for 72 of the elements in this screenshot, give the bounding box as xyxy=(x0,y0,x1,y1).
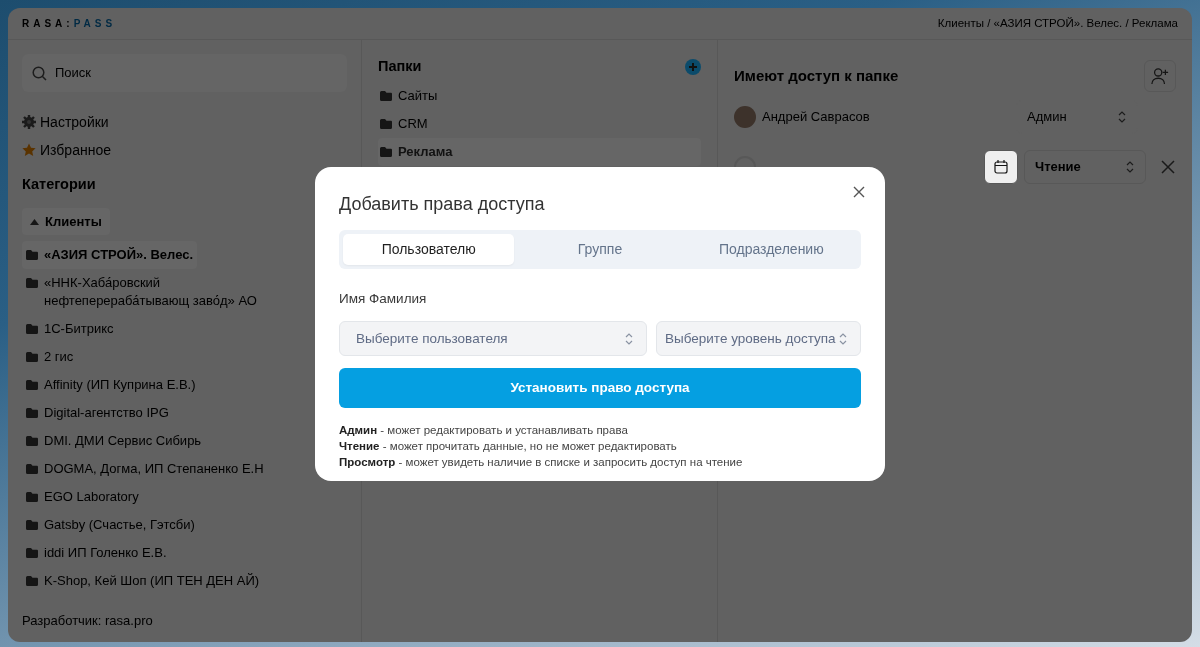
select-field[interactable]: Выберите пользователя xyxy=(339,321,647,357)
client-item[interactable]: Gatsby (Счастье, Гэтсби) xyxy=(22,511,199,540)
close-icon xyxy=(1160,159,1176,175)
select-field[interactable]: Выберите уровень доступа xyxy=(656,321,861,357)
folder-item[interactable]: CRM xyxy=(378,109,701,138)
chevron-up-down-icon xyxy=(1125,160,1135,174)
section-title: Имеют доступ к папке xyxy=(734,65,899,86)
folder-icon xyxy=(26,278,38,289)
star-icon xyxy=(22,143,36,157)
folder-icon xyxy=(26,464,38,475)
tab[interactable]: Группе xyxy=(514,234,686,265)
search-field[interactable]: Поиск xyxy=(22,54,347,92)
client-item[interactable]: 2 гис xyxy=(22,343,78,372)
client-item[interactable]: iddi ИП Голенко Е.В. xyxy=(22,539,171,568)
close-button[interactable] xyxy=(851,184,867,200)
client-item[interactable]: «ННК-Хаба́ровский нефтеперераба́тывающ заво́д» АО xyxy=(22,269,312,316)
plus-icon xyxy=(685,58,701,75)
client-item[interactable]: DMI. ДМИ Сервис Сибирь xyxy=(22,427,206,456)
avatar xyxy=(734,106,756,128)
chevron-up-down-icon xyxy=(838,331,848,346)
chevron-up-down-icon xyxy=(624,331,634,346)
client-item[interactable]: DOGMA, Догма, ИП Степаненко Е.Н xyxy=(22,455,268,484)
menu-item[interactable]: Избранное xyxy=(40,139,111,161)
folder-icon xyxy=(26,380,38,391)
developer-credit: Разработчик: rasa.pro xyxy=(22,611,154,630)
folder-icon xyxy=(380,146,392,157)
tab[interactable]: Пользователю xyxy=(343,234,515,265)
folder-item[interactable]: Реклама xyxy=(378,137,701,166)
submit-button[interactable]: Установить право доступа xyxy=(339,368,861,409)
client-item[interactable]: «АЗИЯ СТРОЙ». Велес. xyxy=(22,241,198,270)
user-name: Андрей Саврасов xyxy=(762,108,871,127)
client-item[interactable]: Digital-агентство IPG xyxy=(22,399,173,428)
folder-icon xyxy=(26,548,38,559)
folder-icon xyxy=(26,352,38,363)
close-icon xyxy=(853,186,865,198)
folder-icon xyxy=(380,118,392,129)
folder-icon xyxy=(26,520,38,531)
breadcrumb: Клиенты / «АЗИЯ СТРОЙ». Велес. / Реклама xyxy=(937,15,1178,31)
section-title: Категории xyxy=(22,175,97,194)
legend-line: Просмотр - может увидеть наличие в списке и запросить доступ на чтение xyxy=(339,455,744,471)
client-item[interactable]: Affinity (ИП Куприна Е.В.) xyxy=(22,371,200,400)
folder-icon xyxy=(26,324,38,335)
menu-item[interactable]: Настройки xyxy=(40,111,109,133)
gear-icon xyxy=(22,115,36,129)
section-title: Папки xyxy=(378,57,422,76)
dialog-title: Добавить права доступа xyxy=(339,193,546,216)
folder-icon xyxy=(26,408,38,419)
calendar-icon xyxy=(994,160,1008,174)
chevron-up-down-icon xyxy=(1117,110,1127,124)
role-select[interactable]: Чтение xyxy=(1024,150,1146,184)
calendar-button[interactable] xyxy=(984,150,1018,184)
folder-icon xyxy=(26,576,38,587)
folder-icon xyxy=(380,90,392,101)
legend-line: Админ - может редактировать и устанавливать права xyxy=(339,423,629,439)
folder-icon xyxy=(26,250,38,261)
legend-line: Чтение - может прочитать данные, но не может редактировать xyxy=(339,439,678,455)
folder-item[interactable]: Сайты xyxy=(378,81,701,110)
add-folder-button[interactable] xyxy=(685,58,701,75)
logo: RASA:PASS xyxy=(22,17,117,31)
folder-icon xyxy=(26,436,38,447)
folder-icon xyxy=(26,492,38,503)
category-item[interactable]: Клиенты xyxy=(22,207,110,236)
client-item[interactable]: K-Shop, Кей Шоп (ИП ТЕН ДЕН АЙ) xyxy=(22,567,264,596)
remove-button[interactable] xyxy=(1160,159,1176,175)
search-icon xyxy=(32,65,47,81)
field-label: Имя Фамилия xyxy=(339,290,428,308)
caret-up-icon xyxy=(30,218,39,225)
person-plus-icon xyxy=(1151,66,1169,86)
client-item[interactable]: EGO Laboratory xyxy=(22,483,143,512)
add-user-button[interactable] xyxy=(1144,60,1176,92)
tab[interactable]: Подразделению xyxy=(685,234,857,265)
client-item[interactable]: 1С-Битрикс xyxy=(22,315,118,344)
